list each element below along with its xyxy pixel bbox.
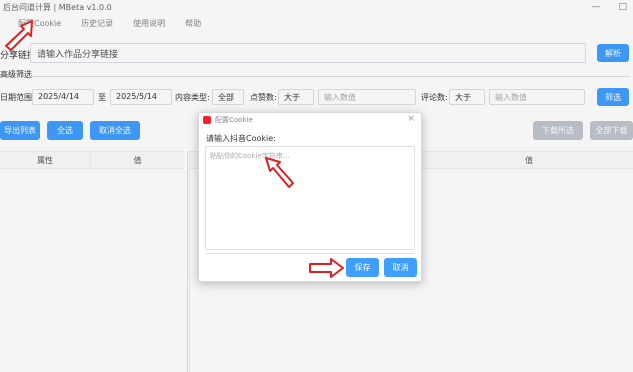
- close-icon[interactable]: ×: [407, 114, 415, 124]
- dialog-header: 配置Cookie: [199, 113, 423, 127]
- save-button[interactable]: 保存: [346, 258, 379, 277]
- app-window: 后台问道计算 | MBeta v1.0.0 — □ 配置Cookie 历史记录 …: [0, 0, 633, 372]
- cancel-button[interactable]: 取消: [384, 258, 417, 277]
- app-icon: [203, 116, 211, 124]
- cookie-textarea[interactable]: 粘贴你的Cookie字符串...: [205, 146, 415, 250]
- dialog-title: 配置Cookie: [215, 116, 253, 124]
- annotation-arrow-textarea-icon: [265, 157, 294, 188]
- annotation-arrow-menu-icon: [5, 20, 33, 51]
- cookie-label: 请输入抖音Cookie:: [206, 134, 276, 143]
- dialog-divider: [205, 253, 415, 254]
- annotation-arrow-save-icon: [309, 258, 344, 278]
